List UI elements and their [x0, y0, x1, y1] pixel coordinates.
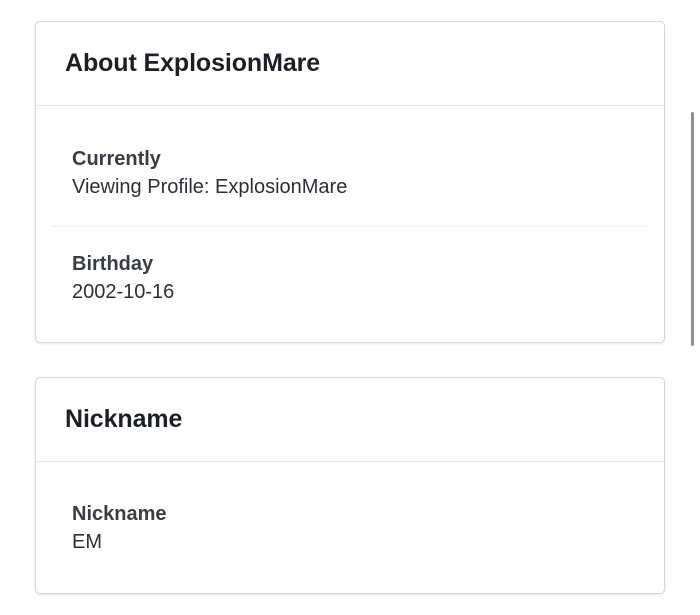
birthday-label: Birthday [72, 253, 154, 275]
currently-field: Currently Viewing Profile: ExplosionMare [51, 106, 649, 226]
about-card-header: About ExplosionMare [36, 22, 664, 106]
about-card-title: About ExplosionMare [65, 49, 321, 77]
nickname-card-header: Nickname [36, 378, 664, 462]
vertical-scrollbar[interactable] [691, 112, 694, 346]
profile-page: About ExplosionMare Currently Viewing Pr… [0, 0, 700, 615]
nickname-card-title: Nickname [65, 405, 183, 433]
nickname-label: Nickname [72, 503, 167, 525]
birthday-value: 2002-10-16 [72, 281, 175, 303]
nickname-card: Nickname Nickname EM [35, 377, 665, 594]
nickname-value: EM [72, 531, 102, 553]
nickname-field: Nickname EM [51, 462, 649, 557]
about-card-body: Currently Viewing Profile: ExplosionMare… [36, 106, 664, 307]
nickname-card-body: Nickname EM [36, 462, 664, 557]
currently-label: Currently [72, 148, 161, 170]
currently-value: Viewing Profile: ExplosionMare [72, 176, 348, 198]
about-card: About ExplosionMare Currently Viewing Pr… [35, 21, 665, 343]
birthday-field: Birthday 2002-10-16 [51, 227, 649, 307]
